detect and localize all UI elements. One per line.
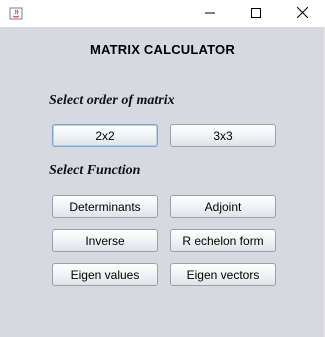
app-title: MATRIX CALCULATOR (90, 42, 235, 57)
determinants-button[interactable]: Determinants (52, 195, 158, 218)
row-echelon-form-button[interactable]: R echelon form (170, 229, 276, 252)
minimize-button[interactable] (187, 0, 233, 27)
eigen-vectors-button[interactable]: Eigen vectors (170, 263, 276, 286)
close-button[interactable] (279, 0, 325, 27)
app-window: MATRIX CALCULATOR Select order of matrix… (0, 0, 325, 337)
java-app-icon (8, 5, 24, 21)
minimize-icon (205, 5, 215, 23)
eigen-values-button[interactable]: Eigen values (52, 263, 158, 286)
maximize-button[interactable] (233, 0, 279, 27)
inverse-button[interactable]: Inverse (52, 229, 158, 252)
close-icon (296, 5, 308, 23)
maximize-icon (251, 5, 261, 23)
order-section-label: Select order of matrix (49, 93, 175, 108)
order-3x3-button[interactable]: 3x3 (170, 124, 276, 147)
order-2x2-button[interactable]: 2x2 (52, 124, 158, 147)
title-bar (0, 0, 325, 27)
adjoint-button[interactable]: Adjoint (170, 195, 276, 218)
function-section-label: Select Function (49, 163, 141, 178)
